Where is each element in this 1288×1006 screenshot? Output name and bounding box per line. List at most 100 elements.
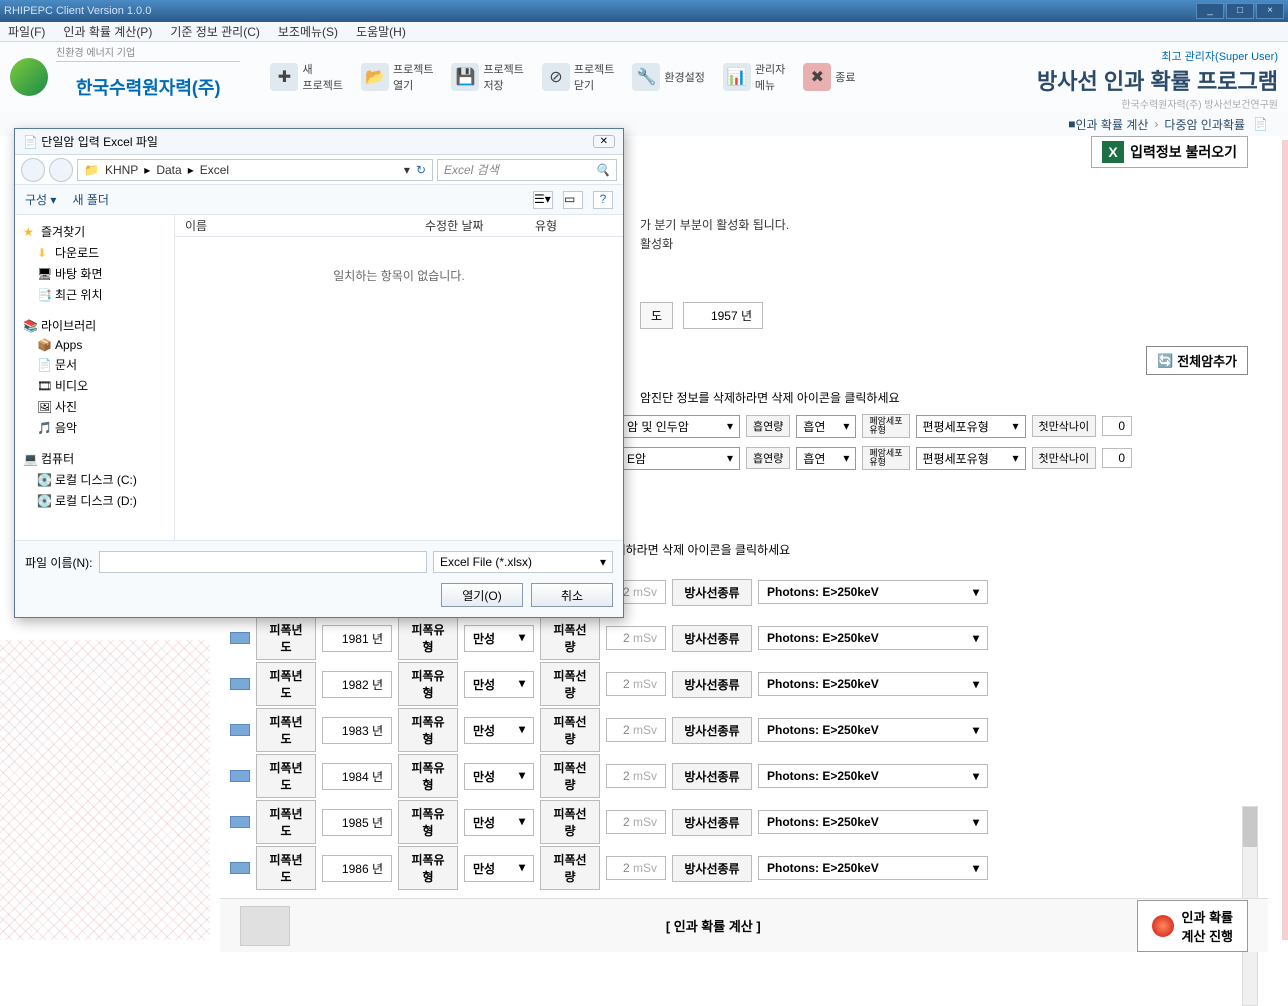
col-name[interactable]: 이름 bbox=[185, 217, 425, 234]
exposure-type-select[interactable]: 만성▾ bbox=[464, 671, 534, 698]
tree-desktop[interactable]: 🖥바탕 화면 bbox=[19, 263, 170, 284]
tree-documents[interactable]: 📄문서 bbox=[19, 354, 170, 375]
run-calc-button[interactable]: 인과 확률 계산 진행 bbox=[1137, 900, 1248, 952]
filetype-dropdown[interactable]: Excel File (*.xlsx)▾ bbox=[433, 551, 613, 573]
load-input-button[interactable]: X 입력정보 불러오기 bbox=[1091, 136, 1248, 168]
exposure-year-value[interactable]: 1981 년 bbox=[322, 625, 392, 652]
exposure-type-select[interactable]: 만성▾ bbox=[464, 855, 534, 882]
dialog-cancel-button[interactable]: 취소 bbox=[531, 583, 613, 607]
file-list: 이름 수정한 날짜 유형 일치하는 항목이 없습니다. bbox=[175, 215, 623, 540]
dialog-open-button[interactable]: 열기(O) bbox=[441, 583, 523, 607]
exposure-type-select[interactable]: 만성▾ bbox=[464, 625, 534, 652]
refresh-path-icon[interactable]: ↻ bbox=[416, 163, 426, 177]
celltype-label: 폐암세포 유형 bbox=[862, 446, 909, 470]
nav-forward-button[interactable] bbox=[49, 158, 73, 182]
exposure-year-value[interactable]: 1983 년 bbox=[322, 717, 392, 744]
birthyear-value[interactable]: 1957 년 bbox=[683, 302, 763, 329]
radiation-kind-select[interactable]: Photons: E>250keV▾ bbox=[758, 626, 988, 650]
tree-favorites[interactable]: ★즐겨찾기 bbox=[19, 221, 170, 242]
tree-recent[interactable]: 📑최근 위치 bbox=[19, 284, 170, 305]
exposure-row: 피폭년도1981 년피폭유형만성▾피폭선량2 mSv방사선종류Photons: … bbox=[230, 616, 1190, 660]
tree-downloads[interactable]: ⬇다운로드 bbox=[19, 242, 170, 263]
help-button[interactable]: ? bbox=[593, 191, 613, 209]
smoking-select[interactable]: 흡연▾ bbox=[796, 415, 856, 438]
radiation-kind-select[interactable]: Photons: E>250keV▾ bbox=[758, 856, 988, 880]
col-modified[interactable]: 수정한 날짜 bbox=[425, 217, 535, 234]
tree-pictures[interactable]: 🖼사진 bbox=[19, 396, 170, 417]
exposure-year-value[interactable]: 1986 년 bbox=[322, 855, 392, 882]
delete-row-button[interactable] bbox=[230, 862, 250, 874]
tree-libraries[interactable]: 📚라이브러리 bbox=[19, 315, 170, 336]
delete-row-button[interactable] bbox=[230, 724, 250, 736]
open-project-button[interactable]: 📂프로젝트 열기 bbox=[361, 61, 433, 93]
menu-help[interactable]: 도움말(H) bbox=[356, 23, 406, 40]
exposure-dose-value[interactable]: 2 mSv bbox=[606, 810, 666, 834]
preview-pane-button[interactable]: ▭ bbox=[563, 191, 583, 209]
view-mode-button[interactable]: ☰▾ bbox=[533, 191, 553, 209]
tree-music[interactable]: 🎵음악 bbox=[19, 417, 170, 438]
exposure-dose-label: 피폭선량 bbox=[540, 846, 600, 890]
cancer-type-select[interactable]: E암▾ bbox=[620, 447, 740, 470]
search-icon: 🔍 bbox=[595, 163, 610, 177]
maximize-button[interactable]: □ bbox=[1226, 3, 1254, 19]
exposure-dose-value[interactable]: 2 mSv bbox=[606, 718, 666, 742]
celltype-select[interactable]: 편평세포유형▾ bbox=[916, 415, 1026, 438]
menu-file[interactable]: 파일(F) bbox=[8, 23, 45, 40]
settings-button[interactable]: 🔧환경설정 bbox=[632, 63, 704, 91]
breadcrumb-2[interactable]: 다중암 인과확률 bbox=[1164, 116, 1245, 133]
exposure-dose-value[interactable]: 2 mSv bbox=[606, 856, 666, 880]
add-all-cancer-button[interactable]: 🔄 전체암추가 bbox=[1146, 346, 1248, 375]
exposure-type-select[interactable]: 만성▾ bbox=[464, 809, 534, 836]
close-project-icon: ⊘ bbox=[542, 63, 570, 91]
window-titlebar: RHIPEPC Client Version 1.0.0 _ □ × bbox=[0, 0, 1288, 22]
delete-row-button[interactable] bbox=[230, 678, 250, 690]
admin-menu-button[interactable]: 📊관리자 메뉴 bbox=[723, 61, 785, 93]
radiation-kind-select[interactable]: Photons: E>250keV▾ bbox=[758, 764, 988, 788]
radiation-kind-label: 방사선종류 bbox=[672, 809, 752, 836]
open-project-icon: 📂 bbox=[361, 63, 389, 91]
delete-row-button[interactable] bbox=[230, 816, 250, 828]
dialog-search-input[interactable]: Excel 검색 🔍 bbox=[437, 159, 617, 181]
radiation-kind-select[interactable]: Photons: E>250keV▾ bbox=[758, 718, 988, 742]
delete-row-button[interactable] bbox=[230, 770, 250, 782]
firstage-value[interactable]: 0 bbox=[1102, 448, 1132, 468]
tree-computer[interactable]: 💻컴퓨터 bbox=[19, 448, 170, 469]
exposure-dose-value[interactable]: 2 mSv bbox=[606, 764, 666, 788]
save-project-button[interactable]: 💾프로젝트 저장 bbox=[451, 61, 523, 93]
exposure-type-select[interactable]: 만성▾ bbox=[464, 717, 534, 744]
delete-row-button[interactable] bbox=[230, 632, 250, 644]
exposure-year-value[interactable]: 1984 년 bbox=[322, 763, 392, 790]
close-button[interactable]: × bbox=[1256, 3, 1284, 19]
menu-aux[interactable]: 보조메뉴(S) bbox=[278, 23, 338, 40]
new-folder-button[interactable]: 새 폴더 bbox=[72, 191, 108, 208]
tree-apps[interactable]: 📦Apps bbox=[19, 336, 170, 354]
cancer-type-select[interactable]: 암 및 인두암▾ bbox=[620, 415, 740, 438]
menu-calc[interactable]: 인과 확률 계산(P) bbox=[63, 23, 152, 40]
radiation-kind-select[interactable]: Photons: E>250keV▾ bbox=[758, 672, 988, 696]
exposure-dose-value[interactable]: 2 mSv bbox=[606, 626, 666, 650]
organize-button[interactable]: 구성 ▾ bbox=[25, 191, 56, 208]
firstage-value[interactable]: 0 bbox=[1102, 416, 1132, 436]
smoking-select[interactable]: 흡연▾ bbox=[796, 447, 856, 470]
radiation-kind-select[interactable]: Photons: E>250keV▾ bbox=[758, 580, 988, 604]
breadcrumb-1[interactable]: 인과 확률 계산 bbox=[1076, 116, 1149, 133]
exposure-dose-value[interactable]: 2 mSv bbox=[606, 672, 666, 696]
minimize-button[interactable]: _ bbox=[1196, 3, 1224, 19]
tree-cdisk[interactable]: 💽로컬 디스크 (C:) bbox=[19, 469, 170, 490]
tree-videos[interactable]: 🎞비디오 bbox=[19, 375, 170, 396]
radiation-kind-select[interactable]: Photons: E>250keV▾ bbox=[758, 810, 988, 834]
new-project-button[interactable]: ✚새 프로젝트 bbox=[270, 61, 342, 93]
exit-button[interactable]: ✖종료 bbox=[803, 63, 855, 91]
exposure-type-select[interactable]: 만성▾ bbox=[464, 763, 534, 790]
nav-back-button[interactable] bbox=[21, 158, 45, 182]
dialog-close-button[interactable]: ✕ bbox=[593, 135, 615, 148]
close-project-button[interactable]: ⊘프로젝트 닫기 bbox=[542, 61, 614, 93]
celltype-select[interactable]: 편평세포유형▾ bbox=[916, 447, 1026, 470]
filename-input[interactable] bbox=[99, 551, 428, 573]
exposure-year-value[interactable]: 1985 년 bbox=[322, 809, 392, 836]
path-bar[interactable]: 📁 KHNP ▸ Data ▸ Excel ▾ ↻ bbox=[77, 159, 433, 181]
col-type[interactable]: 유형 bbox=[535, 217, 557, 234]
exposure-year-value[interactable]: 1982 년 bbox=[322, 671, 392, 698]
tree-ddisk[interactable]: 💽로컬 디스크 (D:) bbox=[19, 490, 170, 511]
menu-baseinfo[interactable]: 기준 정보 관리(C) bbox=[170, 23, 260, 40]
